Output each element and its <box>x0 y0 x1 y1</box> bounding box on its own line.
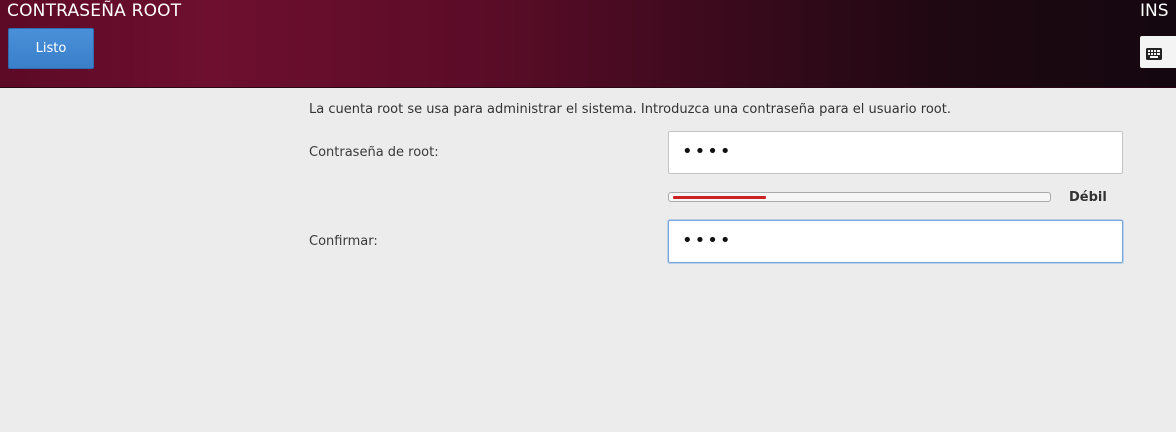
strength-fill <box>673 196 766 199</box>
confirm-password-input[interactable]: •••• <box>668 220 1123 263</box>
password-input[interactable]: •••• <box>668 131 1123 174</box>
strength-label: Débil <box>1069 190 1107 205</box>
header-bar: CONTRASEÑA ROOT Listo INS <box>0 0 1176 88</box>
keyboard-layout-button[interactable] <box>1140 36 1176 68</box>
done-button[interactable]: Listo <box>8 28 94 69</box>
intro-text: La cuenta root se usa para administrar e… <box>309 102 951 117</box>
installer-title: INS <box>1140 1 1169 21</box>
page-title: CONTRASEÑA ROOT <box>7 1 182 21</box>
password-label: Contraseña de root: <box>309 145 439 160</box>
password-strength-meter <box>668 192 1051 202</box>
confirm-label: Confirmar: <box>309 234 378 249</box>
keyboard-icon <box>1146 45 1162 64</box>
